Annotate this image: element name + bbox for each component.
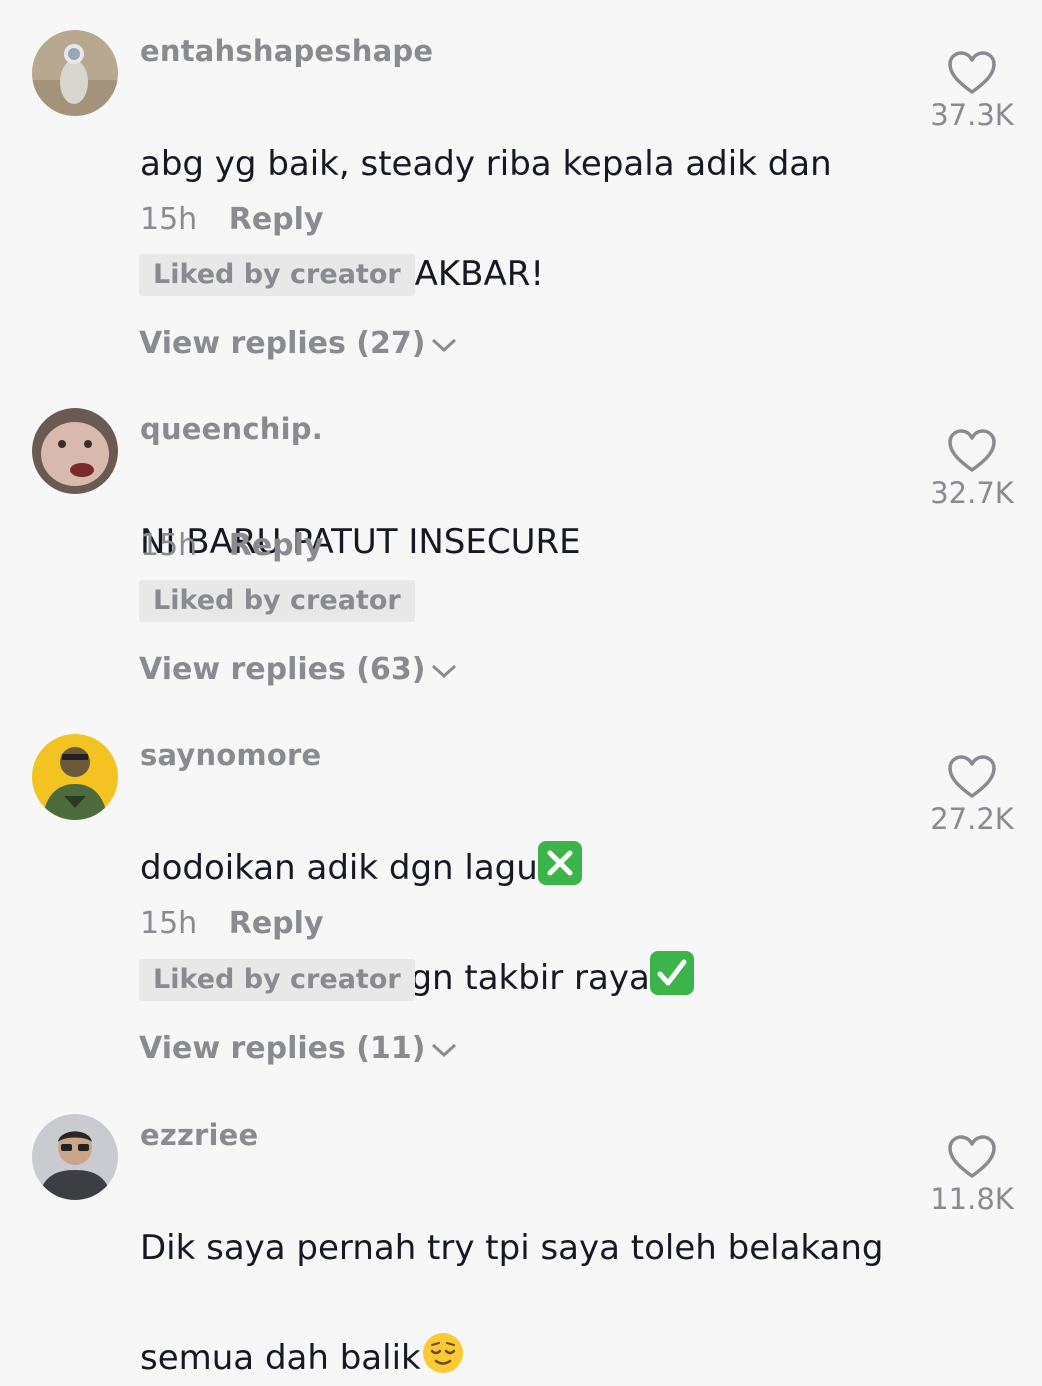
view-replies-label: View replies (27)	[139, 326, 426, 361]
cross-mark-emoji	[537, 841, 582, 885]
comment-username[interactable]: queenchip.	[140, 412, 323, 446]
like-count: 27.2K	[930, 802, 1014, 836]
comment-meta: 15h Reply	[140, 202, 324, 237]
view-replies-button[interactable]: View replies (63)	[139, 652, 459, 687]
like-control[interactable]: 27.2K	[922, 754, 1022, 836]
view-replies-button[interactable]: View replies (27)	[139, 326, 459, 361]
heart-outline-icon[interactable]	[947, 428, 997, 474]
comment-username[interactable]: saynomore	[140, 738, 321, 772]
view-replies-label: View replies (11)	[139, 1031, 426, 1066]
comment-text-line: semua dah balik	[140, 1338, 421, 1378]
heart-outline-icon[interactable]	[947, 50, 997, 96]
reply-button[interactable]: Reply	[229, 202, 324, 237]
comment-text-line: abg yg baik, steady riba kepala adik dan	[140, 144, 832, 184]
avatar[interactable]	[32, 1114, 118, 1200]
comment-meta: 15h Reply	[140, 528, 324, 563]
heart-outline-icon[interactable]	[947, 754, 997, 800]
like-control[interactable]: 32.7K	[922, 428, 1022, 510]
like-control[interactable]: 37.3K	[922, 50, 1022, 132]
like-count: 37.3K	[930, 98, 1014, 132]
reply-button[interactable]: Reply	[229, 906, 324, 941]
like-count: 11.8K	[930, 1182, 1014, 1216]
comment-username[interactable]: ezzriee	[140, 1118, 258, 1152]
comment-text-line: dodoikan adik dgn lagu	[140, 848, 538, 888]
chevron-down-icon	[432, 338, 457, 352]
heart-outline-icon[interactable]	[947, 1134, 997, 1180]
liked-by-creator-badge: Liked by creator	[139, 959, 415, 1001]
liked-by-creator-badge: Liked by creator	[139, 580, 415, 622]
comment-meta: 15h Reply	[140, 906, 324, 941]
like-control[interactable]: 11.8K	[922, 1134, 1022, 1216]
avatar[interactable]	[32, 734, 118, 820]
like-count: 32.7K	[930, 476, 1014, 510]
comment-text: Dik saya pernah try tpi saya toleh belak…	[140, 1166, 900, 1386]
liked-by-creator-badge: Liked by creator	[139, 254, 415, 296]
comment-username[interactable]: entahshapeshape	[140, 34, 433, 68]
comment-text-line: Dik saya pernah try tpi saya toleh belak…	[140, 1228, 884, 1268]
comment-time: 15h	[140, 202, 198, 237]
view-replies-button[interactable]: View replies (11)	[139, 1031, 459, 1066]
chevron-down-icon	[432, 1043, 457, 1057]
relieved-face-emoji	[421, 1331, 465, 1375]
comment-time: 15h	[140, 906, 198, 941]
chevron-down-icon	[432, 664, 457, 678]
view-replies-label: View replies (63)	[139, 652, 426, 687]
check-mark-emoji	[649, 951, 694, 995]
reply-button[interactable]: Reply	[229, 528, 324, 563]
avatar[interactable]	[32, 408, 118, 494]
avatar[interactable]	[32, 30, 118, 116]
comment-time: 15h	[140, 528, 198, 563]
